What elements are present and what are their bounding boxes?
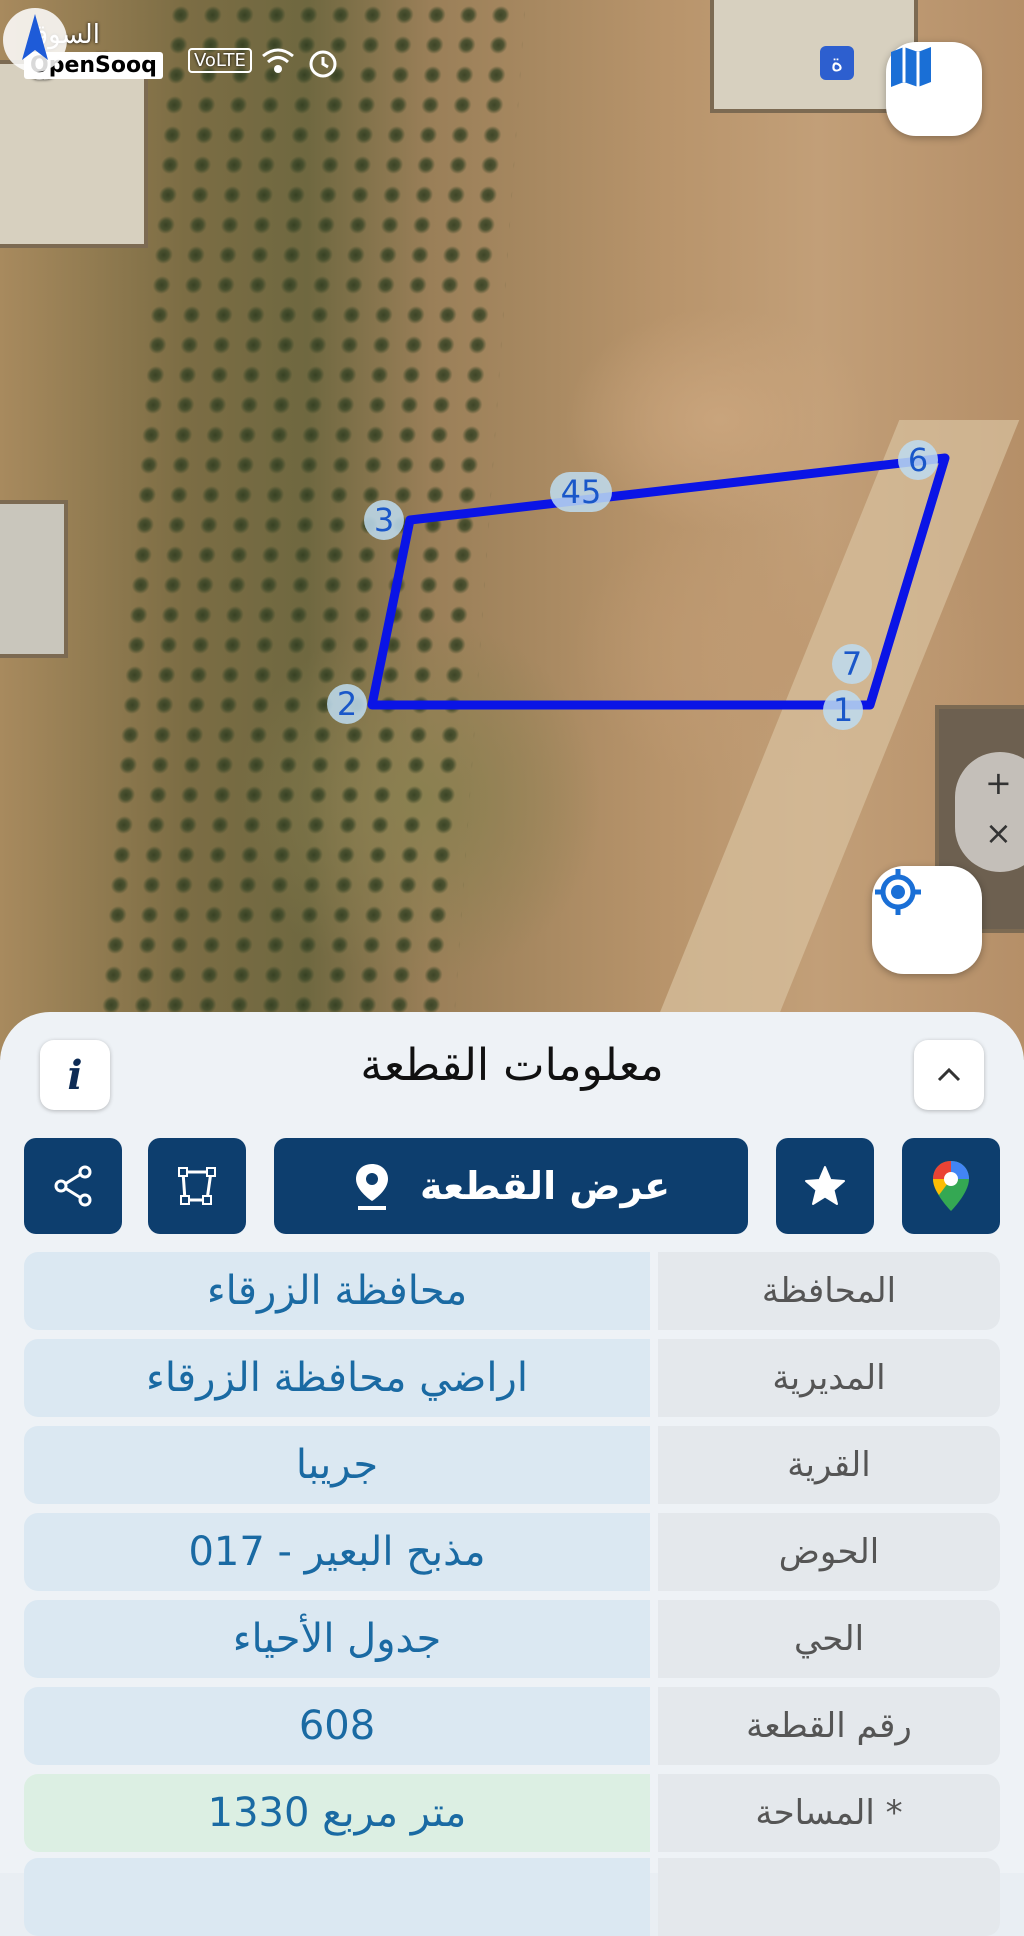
info-row: جدول الأحياء الحي — [24, 1600, 1000, 1678]
info-row-label — [658, 1858, 1000, 1936]
vertex-label: 7 — [832, 644, 872, 684]
info-row-label: رقم القطعة — [658, 1687, 1000, 1765]
notification-badge: ة — [820, 46, 854, 80]
collapse-button[interactable] — [914, 1040, 984, 1110]
share-icon — [54, 1165, 92, 1207]
volte-icon: VoLTE — [188, 48, 252, 73]
info-row-value: اراضي محافظة الزرقاء — [24, 1339, 650, 1417]
info-row-label: الحي — [658, 1600, 1000, 1678]
compass-icon[interactable] — [0, 0, 70, 80]
parcel-outline — [367, 453, 950, 710]
star-icon — [805, 1166, 845, 1205]
info-row: 1330 متر مربع المساحة * — [24, 1774, 1000, 1852]
info-row-value — [24, 1858, 650, 1936]
show-parcel-label: عرض القطعة — [419, 1164, 671, 1208]
zoom-close-button[interactable]: × — [985, 814, 1012, 852]
map-layers-button[interactable] — [886, 42, 982, 136]
info-row-label: المحافظة — [658, 1252, 1000, 1330]
show-parcel-button[interactable]: عرض القطعة — [274, 1138, 748, 1234]
info-row-label: الحوض — [658, 1513, 1000, 1591]
info-row — [24, 1858, 1000, 1936]
map-pin-icon — [355, 1164, 388, 1210]
favorite-button[interactable] — [776, 1138, 874, 1234]
info-row-value: 1330 متر مربع — [24, 1774, 650, 1852]
info-row-label: المديرية — [658, 1339, 1000, 1417]
info-row-value: مذبح البعير - 017 — [24, 1513, 650, 1591]
info-row-value: جريبا — [24, 1426, 650, 1504]
info-row-label: القرية — [658, 1426, 1000, 1504]
chevron-up-icon — [937, 1067, 961, 1082]
google-maps-icon — [933, 1161, 969, 1211]
info-row-value: محافظة الزرقاء — [24, 1252, 650, 1330]
zoom-in-button[interactable]: + — [985, 764, 1012, 802]
info-row-value: جدول الأحياء — [24, 1600, 650, 1678]
vertex-label: 2 — [327, 684, 367, 724]
info-row: جريبا القرية — [24, 1426, 1000, 1504]
locate-icon — [875, 869, 921, 915]
book-map-icon — [891, 47, 931, 87]
info-row-value: 608 — [24, 1687, 650, 1765]
share-button[interactable] — [24, 1138, 122, 1234]
info-icon: i — [67, 1051, 83, 1099]
vertex-label: 1 — [823, 690, 863, 730]
info-row: 608 رقم القطعة — [24, 1687, 1000, 1765]
info-row-label: المساحة * — [658, 1774, 1000, 1852]
info-row: محافظة الزرقاء المحافظة — [24, 1252, 1000, 1330]
polygon-select-icon — [178, 1167, 216, 1205]
vertex-label: 6 — [898, 440, 938, 480]
my-location-button[interactable] — [872, 866, 982, 974]
info-row: اراضي محافظة الزرقاء المديرية — [24, 1339, 1000, 1417]
info-button[interactable]: i — [40, 1040, 110, 1110]
google-maps-button[interactable] — [902, 1138, 1000, 1234]
panel-title: معلومات القطعة — [360, 1040, 664, 1091]
satellite-map[interactable]: 1 2 3 45 6 7 السوق المفتوح OpenSooq VoLT… — [0, 0, 1024, 1060]
info-row: مذبح البعير - 017 الحوض — [24, 1513, 1000, 1591]
alarm-icon — [309, 50, 337, 78]
vertex-label: 3 — [364, 500, 404, 540]
draw-boundary-button[interactable] — [148, 1138, 246, 1234]
vertex-label: 45 — [550, 472, 612, 512]
zoom-controls: + × — [955, 752, 1024, 872]
wifi-icon — [262, 48, 294, 73]
